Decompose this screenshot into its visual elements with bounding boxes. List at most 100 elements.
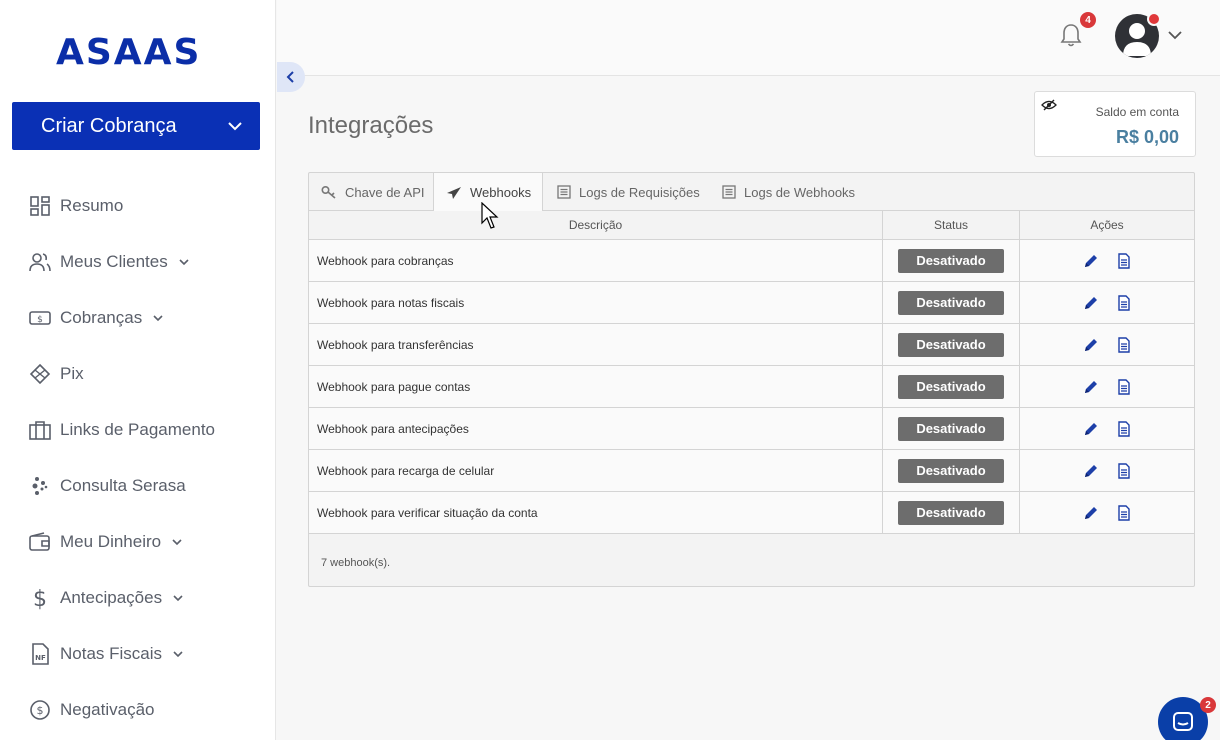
mouse-cursor-icon [481, 201, 501, 235]
document-icon[interactable] [1117, 504, 1131, 521]
sidebar-item-antecipa-es[interactable]: $ Antecipações [0, 570, 276, 626]
table-row: Webhook para antecipações Desativado [309, 408, 1194, 450]
column-header-actions: Ações [1090, 218, 1124, 232]
tab-label: Chave de API [345, 184, 425, 200]
chevron-down-icon[interactable] [1167, 28, 1183, 46]
document-icon[interactable] [1117, 336, 1131, 353]
webhook-description: Webhook para pague contas [309, 366, 883, 407]
table-row: Webhook para pague contas Desativado [309, 366, 1194, 408]
sidebar-item-pix[interactable]: Pix [0, 346, 276, 402]
status-badge: Desativado [898, 416, 1004, 441]
asaas-logo[interactable]: ASAAS [56, 20, 216, 73]
chevron-down-icon[interactable] [178, 258, 190, 266]
edit-pencil-icon[interactable] [1083, 295, 1099, 311]
webhooks-table: Descrição Status Ações Webhook para cobr… [309, 211, 1194, 534]
tab-label: Webhooks [470, 185, 532, 200]
sidebar-item-label: Pix [60, 364, 84, 383]
sidebar-item-resumo[interactable]: Resumo [0, 178, 276, 234]
actions-cell [1020, 282, 1194, 323]
sidebar-item-meu-dinheiro[interactable]: Meu Dinheiro [0, 514, 276, 570]
sidebar-item-negativa-o[interactable]: $ Negativação [0, 682, 276, 738]
edit-pencil-icon[interactable] [1083, 337, 1099, 353]
eye-off-icon[interactable] [1041, 98, 1057, 117]
status-badge: Desativado [898, 290, 1004, 315]
sidebar-item-label: Consulta Serasa [60, 476, 186, 495]
tab-bar: Chave de API Webhooks Logs de Requisições L… [309, 173, 1194, 212]
table-row: Webhook para cobranças Desativado [309, 240, 1194, 282]
sidebar-item-consulta-serasa[interactable]: Consulta Serasa [0, 458, 276, 514]
coin-icon: $ [28, 698, 52, 722]
document-icon[interactable] [1117, 252, 1131, 269]
users-icon [28, 250, 52, 274]
edit-pencil-icon[interactable] [1083, 379, 1099, 395]
integrations-panel: Chave de API Webhooks Logs de Requisições L… [308, 172, 1195, 587]
actions-cell [1020, 366, 1194, 407]
edit-pencil-icon[interactable] [1083, 463, 1099, 479]
status-cell: Desativado [883, 408, 1020, 449]
page-title: Integrações [308, 112, 434, 139]
sidebar-item-label: Links de Pagamento [60, 420, 215, 439]
sidebar-item-label: Resumo [60, 196, 124, 215]
document-icon[interactable] [1117, 378, 1131, 395]
create-charge-label: Criar Cobrança [41, 114, 177, 137]
sidebar-item-label: Negativação [60, 700, 155, 719]
webhook-description: Webhook para cobranças [309, 240, 883, 281]
edit-pencil-icon[interactable] [1083, 253, 1099, 269]
list-icon [722, 185, 736, 199]
status-badge: Desativado [898, 500, 1004, 525]
document-icon[interactable] [1117, 294, 1131, 311]
svg-text:$: $ [37, 315, 43, 325]
chevron-down-icon[interactable] [171, 538, 183, 546]
tab-logs-de-webhooks[interactable]: Logs de Webhooks [710, 173, 870, 211]
table-row: Webhook para verificar situação da conta… [309, 492, 1194, 534]
sidebar-item-links-de-pagamento[interactable]: Links de Pagamento [0, 402, 276, 458]
chevron-down-icon[interactable] [172, 594, 184, 602]
key-icon [321, 185, 337, 199]
chevron-down-icon[interactable] [152, 314, 164, 322]
sidebar-item-label: Meus Clientes [60, 252, 168, 271]
list-icon [557, 185, 571, 199]
tab-chave-de-api[interactable]: Chave de API [309, 173, 433, 211]
chat-badge: 2 [1200, 697, 1216, 713]
sidebar-item-cobran-as[interactable]: $ Cobranças [0, 290, 276, 346]
svg-text:NF: NF [35, 654, 46, 662]
tab-logs-de-requisi-es[interactable]: Logs de Requisições [545, 173, 705, 211]
document-icon[interactable] [1117, 420, 1131, 437]
collapse-sidebar-button[interactable] [277, 62, 305, 92]
status-badge: Desativado [898, 332, 1004, 357]
status-cell: Desativado [883, 366, 1020, 407]
create-charge-button[interactable]: Criar Cobrança [12, 102, 260, 150]
edit-pencil-icon[interactable] [1083, 505, 1099, 521]
actions-cell [1020, 408, 1194, 449]
tab-label: Logs de Webhooks [744, 184, 856, 200]
status-dot [1147, 12, 1161, 26]
webhook-description: Webhook para antecipações [309, 408, 883, 449]
column-header-description: Descrição [309, 211, 883, 239]
sidebar-item-meus-clientes[interactable]: Meus Clientes [0, 234, 276, 290]
status-cell: Desativado [883, 492, 1020, 533]
wallet-icon [28, 530, 52, 554]
sidebar-item-label: Meu Dinheiro [60, 532, 162, 551]
svg-text:$: $ [33, 587, 47, 610]
status-badge: Desativado [898, 374, 1004, 399]
status-cell: Desativado [883, 450, 1020, 491]
money-icon: $ [28, 306, 52, 330]
sidebar-item-notas-fiscais[interactable]: NF Notas Fiscais [0, 626, 276, 682]
balance-label: Saldo em conta [1095, 105, 1179, 119]
sidebar: ASAAS Criar Cobrança Resumo Meus Clientes… [0, 0, 276, 740]
sidebar-item-label: Notas Fiscais [60, 644, 163, 663]
document-icon[interactable] [1117, 462, 1131, 479]
actions-cell [1020, 324, 1194, 365]
bell-icon[interactable] [1059, 22, 1083, 55]
webhook-count: 7 webhook(s). [321, 557, 391, 569]
svg-text:$: $ [37, 704, 44, 717]
table-body: Webhook para cobranças Desativado Webhook … [309, 240, 1194, 534]
chevron-down-icon[interactable] [226, 117, 244, 141]
status-cell: Desativado [883, 324, 1020, 365]
edit-pencil-icon[interactable] [1083, 421, 1099, 437]
chevron-down-icon[interactable] [172, 650, 184, 658]
top-bar: 4 [277, 0, 1220, 76]
pix-icon [28, 362, 52, 386]
sidebar-item-label: Antecipações [60, 588, 163, 607]
sidebar-item-label: Cobranças [60, 308, 143, 327]
